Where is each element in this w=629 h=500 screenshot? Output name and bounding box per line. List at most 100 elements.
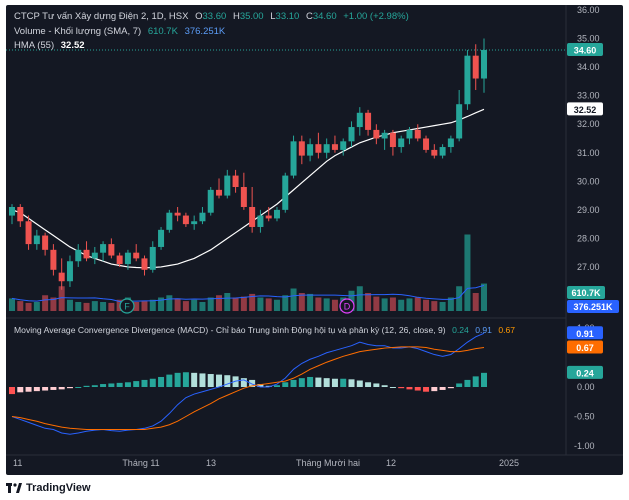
- macd-histogram-bar: [17, 387, 24, 393]
- candle[interactable]: [108, 244, 115, 256]
- macd-legend: Moving Average Convergence Divergence (M…: [14, 325, 519, 335]
- candle[interactable]: [373, 129, 380, 139]
- candle[interactable]: [182, 215, 189, 225]
- candle[interactable]: [389, 132, 396, 148]
- candle[interactable]: [249, 206, 256, 227]
- candle[interactable]: [290, 141, 297, 176]
- candle[interactable]: [166, 212, 173, 230]
- macd-histogram-bar: [282, 382, 289, 387]
- candle[interactable]: [257, 215, 264, 227]
- macd-histogram-bar: [472, 376, 479, 387]
- volume-bar: [108, 302, 115, 311]
- macd-histogram-bar: [166, 374, 173, 387]
- candle[interactable]: [158, 229, 165, 247]
- volume-label: Volume - Khối lượng (SMA, 7): [14, 26, 142, 37]
- candle[interactable]: [100, 244, 107, 253]
- macd-histogram-bar: [158, 376, 165, 387]
- macd-histogram-bar: [356, 380, 363, 387]
- candle[interactable]: [216, 189, 223, 196]
- candle[interactable]: [423, 138, 430, 150]
- candle[interactable]: [50, 249, 57, 270]
- open-label: O: [195, 11, 203, 22]
- candle[interactable]: [75, 249, 82, 262]
- candle[interactable]: [17, 206, 24, 222]
- candle[interactable]: [456, 104, 463, 139]
- macd-histogram-bar: [58, 387, 65, 390]
- candle[interactable]: [331, 144, 338, 150]
- volume-bar: [439, 302, 446, 311]
- candle[interactable]: [356, 112, 363, 128]
- macd-histogram-bar: [174, 372, 181, 387]
- candle[interactable]: [447, 138, 454, 148]
- candle[interactable]: [406, 129, 413, 139]
- candle[interactable]: [9, 206, 15, 216]
- macd-histogram-bar: [75, 387, 82, 388]
- time-axis-label: 11: [13, 458, 22, 468]
- candle[interactable]: [207, 189, 214, 213]
- volume-bar: [25, 302, 32, 311]
- candle[interactable]: [481, 49, 487, 79]
- footer-branding[interactable]: TradingView: [6, 478, 91, 498]
- macd-histogram-bar: [406, 387, 413, 390]
- candle[interactable]: [439, 147, 446, 156]
- change-value: +1.00 (+2.98%): [343, 11, 409, 22]
- macd-axis-label: 0.00: [577, 382, 595, 392]
- candle[interactable]: [58, 272, 65, 282]
- candle[interactable]: [240, 187, 247, 207]
- chart-area[interactable]: F D 36.00 35.00 34.00 33.00 32.00 31.00 30.00 29.…: [6, 5, 623, 475]
- macd-histogram-bar: [456, 383, 463, 387]
- candle[interactable]: [91, 252, 98, 259]
- candle[interactable]: [191, 221, 198, 225]
- chart-canvas[interactable]: F D 36.00 35.00 34.00 33.00 32.00 31.00 30.00 29.…: [6, 5, 623, 475]
- macd-histogram-bar: [182, 372, 189, 387]
- price-axis-label: 27.00: [577, 262, 600, 272]
- volume-bar: [389, 297, 396, 311]
- candle[interactable]: [141, 258, 148, 270]
- candle[interactable]: [273, 209, 280, 219]
- candle[interactable]: [224, 175, 231, 196]
- candle[interactable]: [472, 55, 479, 79]
- candle[interactable]: [133, 252, 140, 259]
- macd-histogram-bar: [423, 387, 430, 392]
- candle[interactable]: [365, 112, 372, 130]
- candle[interactable]: [42, 235, 49, 250]
- candle[interactable]: [398, 138, 405, 148]
- candle[interactable]: [66, 261, 73, 282]
- macd-label: Moving Average Convergence Divergence (M…: [14, 325, 446, 335]
- candle[interactable]: [232, 175, 239, 188]
- macd-histogram-bar: [348, 379, 355, 387]
- candle[interactable]: [124, 252, 131, 265]
- candle[interactable]: [282, 175, 289, 210]
- candle[interactable]: [307, 144, 314, 156]
- price-axis-label: 34.00: [577, 62, 600, 72]
- candle[interactable]: [174, 212, 181, 216]
- candle[interactable]: [25, 221, 32, 245]
- macd-histogram-bar: [381, 385, 388, 387]
- candle[interactable]: [315, 144, 322, 153]
- candle[interactable]: [298, 141, 305, 156]
- candle[interactable]: [464, 55, 471, 105]
- volume-bar: [91, 301, 98, 311]
- candle[interactable]: [348, 127, 355, 142]
- candle[interactable]: [149, 246, 156, 270]
- volume-bar: [174, 298, 181, 311]
- candle[interactable]: [116, 255, 123, 265]
- candle[interactable]: [431, 149, 438, 156]
- candle[interactable]: [323, 144, 330, 153]
- macd-histogram-bar: [216, 374, 223, 387]
- candle[interactable]: [265, 215, 272, 219]
- candle[interactable]: [340, 141, 347, 150]
- macd-histogram-bar: [414, 387, 421, 391]
- macd-histogram-bar: [124, 382, 131, 387]
- macd-badge-label: 0.91: [576, 329, 594, 339]
- volume-bar: [17, 301, 24, 311]
- candle[interactable]: [199, 212, 206, 222]
- signal-badge-label: 0.67: [576, 343, 594, 353]
- candle[interactable]: [33, 235, 40, 245]
- macd-histogram-bar: [33, 387, 40, 392]
- candle[interactable]: [83, 249, 90, 259]
- candle[interactable]: [414, 129, 421, 139]
- candle[interactable]: [381, 132, 388, 139]
- macd-histogram-bar: [323, 378, 330, 387]
- price-axis-label: 30.00: [577, 176, 600, 186]
